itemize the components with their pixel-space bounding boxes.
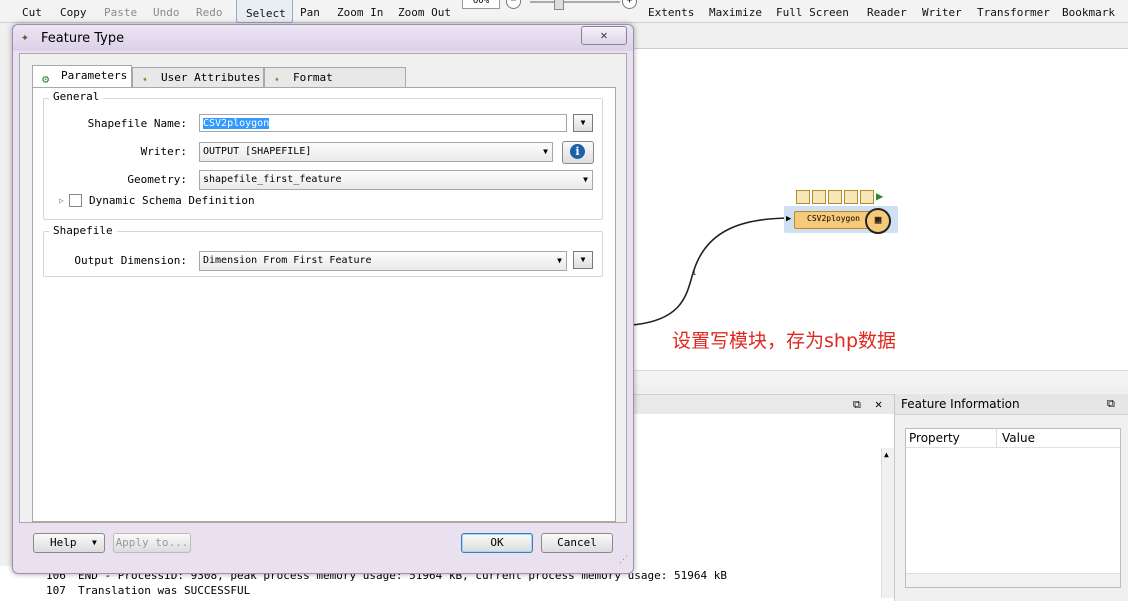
node-tool-icon-2[interactable]	[812, 190, 826, 204]
column-header-value[interactable]: Value	[1002, 431, 1035, 445]
ok-button[interactable]: OK	[461, 533, 533, 553]
writer-select-value: OUTPUT [SHAPEFILE]	[203, 146, 312, 157]
output-dimension-menu-button[interactable]: ▼	[573, 251, 593, 269]
writer-info-button[interactable]: i	[562, 141, 594, 164]
feature-information-title: Feature Information	[901, 397, 1020, 411]
shapefile-name-menu-button[interactable]: ▼	[573, 114, 593, 132]
zoom-plus-icon[interactable]: +	[622, 0, 637, 9]
select-button[interactable]: Select	[246, 7, 286, 20]
node-tool-icon-4[interactable]	[844, 190, 858, 204]
scroll-up-icon[interactable]: ▲	[884, 450, 889, 459]
help-button-label: Help	[50, 536, 77, 549]
chevron-down-icon: ▼	[92, 538, 97, 547]
annotation-text: 设置写模块，存为shp数据	[672, 330, 897, 352]
node-toolbar: ▶	[796, 189, 902, 205]
tab-user-attributes-label: User Attributes	[161, 71, 261, 84]
transformer-button[interactable]: Transformer	[977, 6, 1050, 19]
paste-button[interactable]: Paste	[104, 6, 137, 19]
zoom-slider[interactable]	[530, 1, 620, 3]
full-screen-button[interactable]: Full Screen	[776, 6, 849, 19]
dialog-body: ⚙ Parameters ➧ User Attributes ➧ Format …	[19, 53, 627, 523]
close-icon[interactable]: ✕	[875, 397, 882, 411]
chevron-down-icon: ▼	[543, 147, 548, 156]
general-group-label: General	[49, 90, 104, 103]
tab-parameters[interactable]: ⚙ Parameters	[32, 65, 132, 87]
node-tool-icon-5[interactable]	[860, 190, 874, 204]
cut-button[interactable]: Cut	[22, 6, 42, 19]
log-panel-header: ⧉ ✕	[632, 394, 896, 416]
output-dimension-select[interactable]: Dimension From First Feature ▼	[199, 251, 567, 271]
restore-icon[interactable]: ⧉	[853, 398, 861, 412]
copy-button[interactable]: Copy	[60, 6, 87, 19]
info-icon: i	[570, 144, 585, 159]
dialog-title-bar[interactable]: ✦ Feature Type ✕	[13, 25, 633, 51]
writer-node[interactable]: ▶ CSV2ploygon ▦	[786, 208, 891, 234]
table-horizontal-scrollbar[interactable]	[906, 573, 1120, 587]
shapefile-group-label: Shapefile	[49, 224, 117, 237]
geometry-select-value: shapefile_first_feature	[203, 174, 342, 185]
writer-select[interactable]: OUTPUT [SHAPEFILE] ▼	[199, 142, 553, 162]
resize-grip-icon[interactable]: ⋰	[619, 555, 628, 565]
geometry-label: Geometry:	[127, 173, 187, 186]
writer-button[interactable]: Writer	[922, 6, 962, 19]
apply-to-button[interactable]: Apply to...	[113, 533, 191, 553]
writer-table-icon[interactable]: ▦	[865, 208, 891, 234]
pan-button[interactable]: Pan	[300, 6, 320, 19]
run-icon[interactable]: ▶	[876, 189, 883, 203]
extents-button[interactable]: Extents	[648, 6, 694, 19]
zoom-slider-thumb[interactable]	[554, 0, 564, 10]
maximize-button[interactable]: Maximize	[709, 6, 762, 19]
table-header: Property Value	[906, 429, 1120, 448]
writer-label: Writer:	[140, 145, 187, 158]
tab-parameters-label: Parameters	[61, 69, 128, 82]
chevron-down-icon: ▼	[557, 256, 562, 265]
dynamic-schema-checkbox[interactable]	[69, 194, 82, 207]
expand-arrow-icon[interactable]: ▷	[59, 196, 64, 205]
close-dialog-button[interactable]: ✕	[581, 26, 627, 45]
dynamic-schema-label: Dynamic Schema Definition	[89, 194, 255, 207]
zoom-minus-icon[interactable]: −	[506, 0, 521, 9]
log-vertical-scrollbar[interactable]: ▲	[881, 448, 895, 598]
feature-type-dialog: ✦ Feature Type ✕ ⚙ Parameters ➧ User Att…	[12, 24, 634, 574]
dialog-title: Feature Type	[41, 31, 125, 46]
zoom-out-button[interactable]: Zoom Out	[398, 6, 451, 19]
feature-information-header: Feature Information ⧉	[895, 394, 1128, 415]
canvas-horizontal-scrollbar[interactable]	[632, 370, 1128, 385]
undo-button[interactable]: Undo	[153, 6, 180, 19]
output-dimension-label: Output Dimension:	[74, 254, 187, 267]
tab-user-attributes[interactable]: ➧ User Attributes	[132, 67, 264, 87]
shapefile-name-label: Shapefile Name:	[87, 117, 187, 130]
input-port-icon[interactable]: ▶	[786, 214, 791, 224]
redo-button[interactable]: Redo	[196, 6, 223, 19]
parameters-panel: General Shapefile Name: CSV2ploygon ▼ Wr…	[32, 87, 616, 522]
gear-icon: ⚙	[42, 72, 50, 86]
cancel-button[interactable]: Cancel	[541, 533, 613, 553]
log-line-text: Translation was SUCCESSFUL	[78, 584, 251, 597]
chevron-down-icon: ▼	[583, 175, 588, 184]
connection-count: 1	[692, 269, 696, 277]
zoom-in-button[interactable]: Zoom In	[337, 6, 383, 19]
writer-node-label: CSV2ploygon	[807, 214, 860, 223]
node-tool-icon-3[interactable]	[828, 190, 842, 204]
shapefile-name-value: CSV2ploygon	[203, 118, 270, 129]
log-line-number: 107	[46, 584, 66, 597]
feature-information-table: Property Value	[905, 428, 1121, 588]
geometry-select[interactable]: shapefile_first_feature ▼	[199, 170, 593, 190]
column-header-property[interactable]: Property	[909, 431, 960, 445]
output-dimension-value: Dimension From First Feature	[203, 255, 372, 266]
node-tool-icon-1[interactable]	[796, 190, 810, 204]
help-button[interactable]: Help ▼	[33, 533, 105, 553]
restore-icon[interactable]: ⧉	[1107, 397, 1115, 411]
app-logo-icon: ✦	[21, 30, 29, 45]
feature-information-panel: Feature Information ⧉ Property Value	[894, 394, 1128, 601]
writer-node-selection: ▶ CSV2ploygon ▦	[784, 206, 898, 234]
tab-format-attributes[interactable]: ➧ Format Attributes	[264, 67, 406, 104]
reader-button[interactable]: Reader	[867, 6, 907, 19]
shapefile-name-input[interactable]: CSV2ploygon	[199, 114, 567, 132]
main-toolbar: Cut Copy Paste Undo Redo Select Pan Zoom…	[0, 0, 1128, 23]
zoom-level-field[interactable]: 60%	[462, 0, 500, 9]
bookmark-button[interactable]: Bookmark	[1062, 6, 1115, 19]
